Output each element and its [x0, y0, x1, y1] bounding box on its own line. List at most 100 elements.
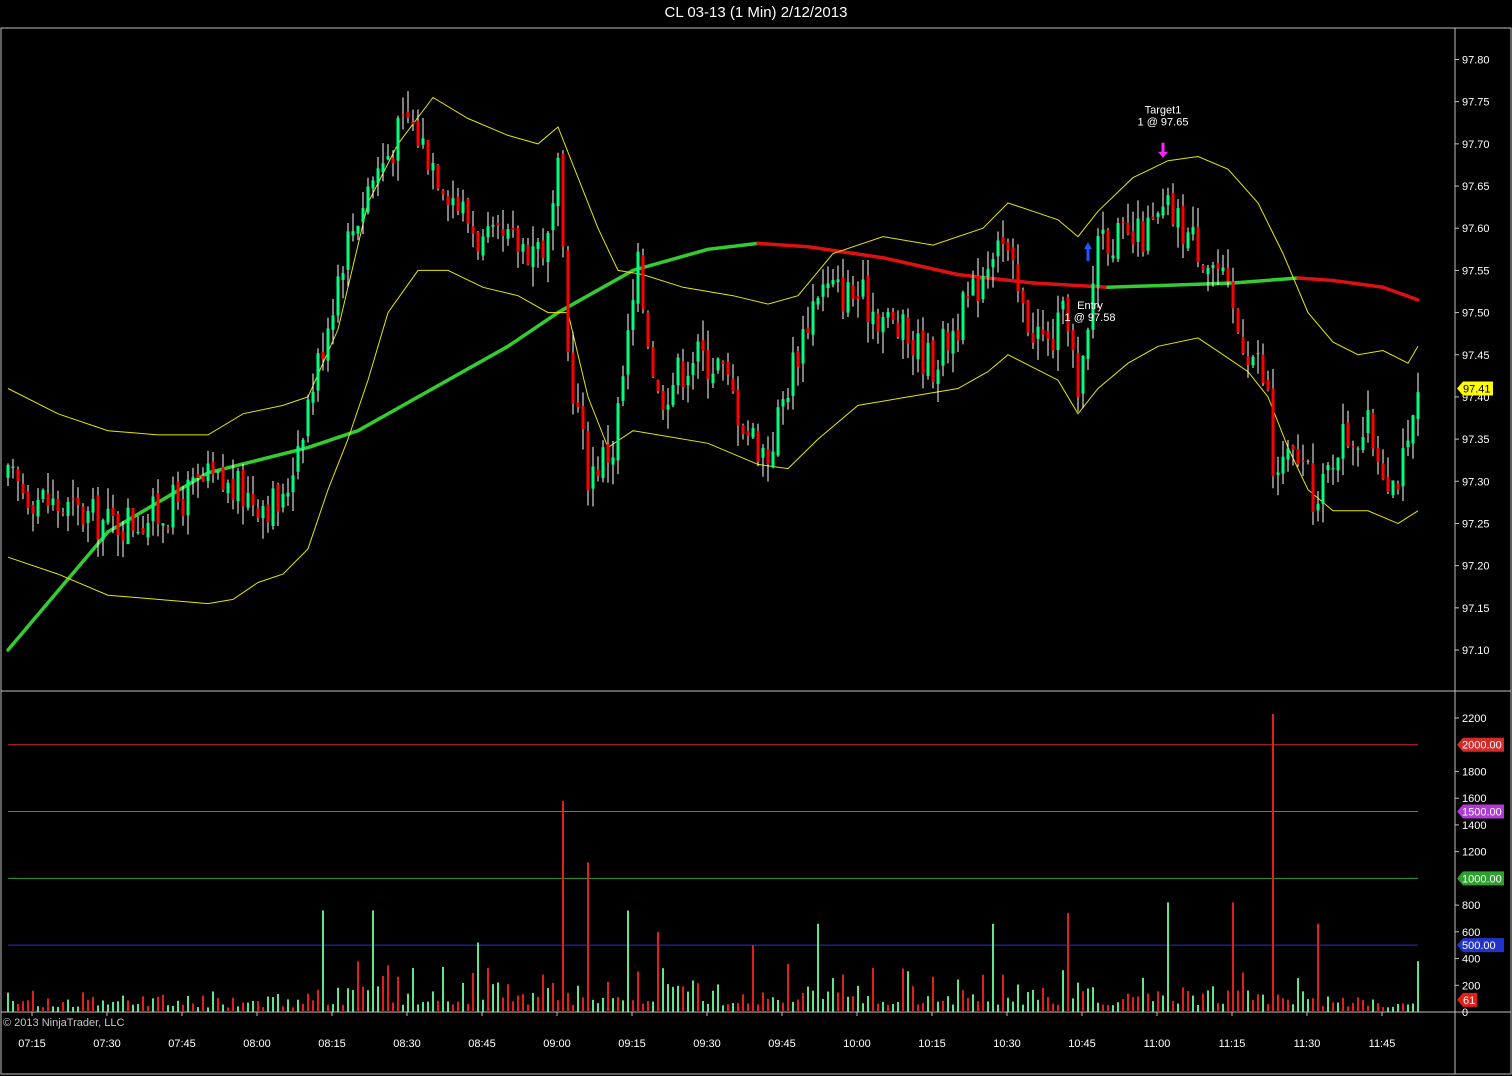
volume-tick-label: 600 [1462, 927, 1480, 939]
candle [1251, 356, 1255, 366]
candle [461, 201, 465, 214]
price-tick-label: 97.30 [1462, 476, 1490, 488]
volume-bar [272, 997, 274, 1012]
volume-bar [1162, 995, 1164, 1012]
volume-bar [702, 1000, 704, 1012]
candle [466, 198, 470, 224]
candle [936, 369, 940, 384]
volume-bar [957, 979, 959, 1012]
volume-bar [687, 991, 689, 1012]
candle [941, 328, 945, 366]
volume-bar [137, 1004, 139, 1012]
volume-bar [1087, 988, 1089, 1012]
volume-bar [902, 968, 904, 1012]
candle [791, 352, 795, 397]
volume-bar [777, 999, 779, 1012]
volume-bar [1132, 997, 1134, 1012]
volume-bar [647, 1000, 649, 1012]
candle [996, 240, 1000, 257]
price-tick-label: 97.60 [1462, 223, 1490, 235]
volume-bar [632, 1000, 634, 1012]
volume-bar [47, 998, 49, 1012]
candle [401, 114, 405, 116]
moving-average-segment [431, 344, 510, 391]
volume-bar [362, 986, 364, 1012]
target-label: Target1 [1145, 105, 1182, 117]
volume-bar [682, 986, 684, 1012]
candle [581, 406, 585, 430]
volume-bar [547, 988, 549, 1012]
volume-bar [1147, 993, 1149, 1012]
volume-bar [662, 968, 664, 1012]
volume-bar [857, 985, 859, 1012]
time-tick-label: 08:45 [468, 1038, 496, 1050]
candle [921, 330, 925, 375]
candle [491, 224, 495, 227]
volume-bar [92, 996, 94, 1012]
chart-canvas[interactable]: Entry1 @ 97.58 Target11 @ 97.65 97.80 97.7… [0, 0, 1512, 1076]
volume-panel[interactable] [7, 713, 1419, 1012]
volume-bar [597, 1003, 599, 1012]
time-tick-label: 11:45 [1369, 1038, 1396, 1050]
volume-bar [412, 968, 414, 1012]
candle [696, 341, 700, 362]
price-panel[interactable]: Entry1 @ 97.58 Target11 @ 97.65 [6, 91, 1420, 652]
candle [721, 361, 725, 364]
time-tick-label: 11:30 [1294, 1038, 1321, 1050]
volume-bar [927, 996, 929, 1012]
candle [796, 351, 800, 368]
volume-bar [422, 1002, 424, 1012]
candle [186, 479, 190, 516]
candle [656, 380, 660, 392]
volume-bar [57, 1006, 59, 1012]
candle [476, 232, 480, 252]
candle [1086, 329, 1090, 359]
volume-bar [932, 976, 934, 1012]
candle [786, 397, 790, 403]
volume-bar [562, 800, 564, 1012]
price-tick-label: 97.70 [1462, 139, 1490, 151]
candle [751, 427, 755, 438]
candle [1111, 255, 1115, 259]
volume-bar [242, 1002, 244, 1012]
volume-bar [307, 993, 309, 1012]
candle [26, 491, 30, 509]
candle [451, 198, 455, 206]
price-tick-label: 97.20 [1462, 561, 1490, 573]
volume-bar [1357, 997, 1359, 1012]
volume-bar [357, 961, 359, 1012]
candle [441, 190, 445, 195]
volume-bar [182, 1004, 184, 1012]
volume-bar [1002, 974, 1004, 1012]
candle [891, 311, 895, 320]
last-price-label: 97.41 [1463, 383, 1491, 395]
candle [86, 510, 90, 523]
moving-average-segment [1106, 283, 1160, 290]
entry-arrow-head-icon [1084, 242, 1092, 250]
candle [201, 475, 205, 482]
candle [911, 339, 915, 356]
candle [676, 357, 680, 386]
last-volume-label: 61 [1463, 995, 1475, 1007]
candle [291, 475, 295, 493]
candle [871, 311, 875, 325]
candle [626, 330, 630, 375]
candle [331, 315, 335, 330]
candle [1006, 242, 1010, 252]
volume-bar [642, 1003, 644, 1012]
price-tick-label: 97.55 [1462, 265, 1490, 277]
volume-bar [277, 993, 279, 1012]
copyright-text: © 2013 NinjaTrader, LLC [3, 1017, 125, 1029]
candle [736, 389, 740, 426]
candle [1036, 326, 1040, 339]
volume-bar [167, 1005, 169, 1012]
candle [211, 461, 215, 475]
candle [711, 373, 715, 384]
time-tick-label: 10:45 [1068, 1038, 1096, 1050]
volume-bar [862, 1003, 864, 1012]
volume-tick-label: 1800 [1462, 766, 1486, 778]
candle [701, 340, 705, 351]
candle [1061, 300, 1065, 310]
volume-bar [147, 1005, 149, 1012]
candle [1356, 448, 1360, 450]
